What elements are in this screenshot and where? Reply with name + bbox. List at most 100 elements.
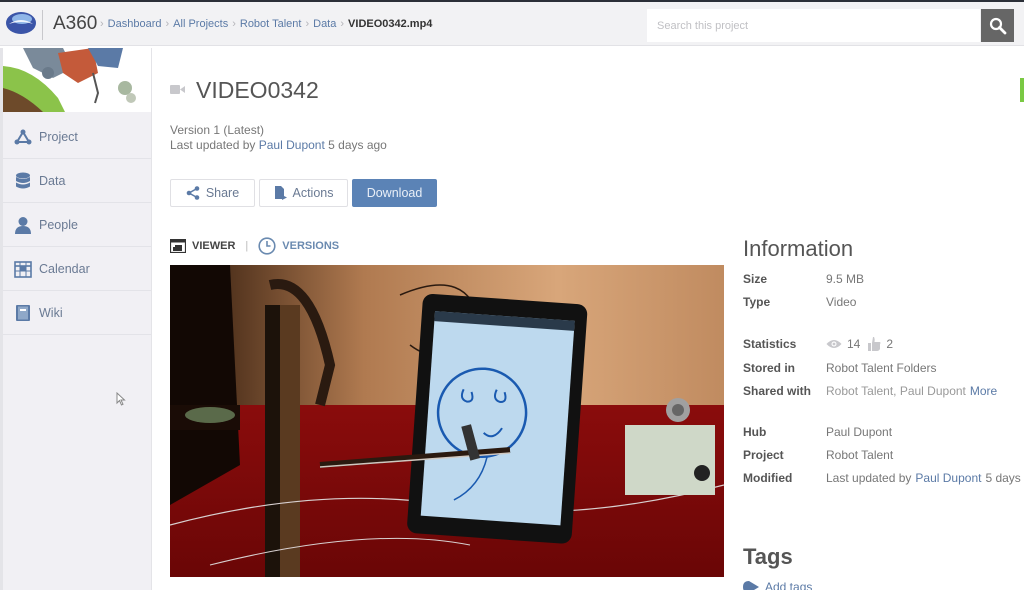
last-updated: Last updated by Paul Dupont 5 days ago xyxy=(170,138,387,152)
project-banner-image xyxy=(3,48,151,112)
info-modified-row: Modified Last updated by Paul Dupont 5 d… xyxy=(743,471,1021,485)
sidebar-item-label: Calendar xyxy=(39,261,90,276)
modified-by-link[interactable]: Paul Dupont xyxy=(915,471,981,485)
info-type-row: Type Video xyxy=(743,295,856,309)
breadcrumb-dashboard[interactable]: Dashboard xyxy=(108,18,162,30)
a360-logo-icon[interactable] xyxy=(5,10,37,36)
breadcrumb-separator: › xyxy=(305,18,310,30)
type-value: Video xyxy=(826,295,857,309)
search-button[interactable] xyxy=(981,9,1014,42)
tab-viewer-label: VIEWER xyxy=(192,240,236,252)
info-project-row: Project Robot Talent xyxy=(743,448,893,462)
top-header: A360 › Dashboard › All Projects › Robot … xyxy=(0,0,1024,46)
statistics-values: 14 2 xyxy=(826,337,901,351)
breadcrumb-current-file: VIDEO0342.mp4 xyxy=(348,18,433,30)
breadcrumb-all-projects[interactable]: All Projects xyxy=(173,18,228,30)
tab-versions[interactable]: VERSIONS xyxy=(258,237,339,255)
shared-with-label: Shared with xyxy=(743,384,812,398)
tab-versions-label: VERSIONS xyxy=(282,240,340,252)
viewer-icon xyxy=(170,239,186,253)
book-icon xyxy=(13,303,33,323)
page-title: VIDEO0342 xyxy=(196,77,319,103)
breadcrumb: › Dashboard › All Projects › Robot Talen… xyxy=(96,18,432,30)
stored-in-label: Stored in xyxy=(743,361,796,375)
document-action-icon xyxy=(274,186,287,200)
video-camera-icon xyxy=(170,82,186,100)
type-label: Type xyxy=(743,295,771,309)
share-label: Share xyxy=(205,186,240,200)
search-input[interactable] xyxy=(647,9,980,42)
viewer-tabs: VIEWER | VERSIONS xyxy=(170,237,339,255)
breadcrumb-data[interactable]: Data xyxy=(313,18,336,30)
mouse-cursor-icon xyxy=(116,391,126,411)
sidebar-nav: Project Data People Calendar Wiki xyxy=(3,115,151,335)
modified-label: Modified xyxy=(743,471,793,485)
add-tags-link[interactable]: Add tags xyxy=(743,580,812,590)
likes-stat[interactable]: 2 xyxy=(868,337,893,351)
sidebar-item-label: People xyxy=(39,217,78,232)
updated-prefix: Last updated by xyxy=(170,138,256,152)
sidebar-item-label: Project xyxy=(39,129,78,144)
add-tags-label: Add tags xyxy=(765,580,813,590)
info-size-row: Size 9.5 MB xyxy=(743,272,864,286)
statistics-label: Statistics xyxy=(743,337,797,351)
sidebar-item-calendar[interactable]: Calendar xyxy=(3,247,151,291)
version-label: Version 1 (Latest) xyxy=(170,123,265,137)
sidebar-item-wiki[interactable]: Wiki xyxy=(3,291,151,335)
updated-by-link[interactable]: Paul Dupont xyxy=(259,138,325,152)
size-value: 9.5 MB xyxy=(826,272,865,286)
views-stat: 14 xyxy=(826,337,860,351)
info-hub-row: Hub Paul Dupont xyxy=(743,425,892,439)
views-count: 14 xyxy=(847,337,861,351)
thumbs-up-icon xyxy=(868,337,881,351)
breadcrumb-separator: › xyxy=(100,18,104,30)
sidebar-item-label: Data xyxy=(39,173,66,188)
modified-prefix: Last updated by xyxy=(826,471,912,485)
person-icon xyxy=(13,215,33,235)
share-button[interactable]: Share xyxy=(170,179,255,207)
status-indicator[interactable] xyxy=(1020,78,1024,102)
clock-icon xyxy=(258,237,276,255)
likes-count: 2 xyxy=(886,337,894,351)
sidebar-item-people[interactable]: People xyxy=(3,203,151,247)
shared-more-link[interactable]: More xyxy=(970,384,997,398)
search-icon xyxy=(989,17,1006,34)
project-value: Robot Talent xyxy=(826,448,894,462)
tab-separator: | xyxy=(245,240,249,252)
app-title[interactable]: A360 xyxy=(53,13,97,35)
breadcrumb-separator: › xyxy=(340,18,345,30)
hub-label: Hub xyxy=(743,425,767,439)
database-icon xyxy=(13,171,33,191)
calendar-icon xyxy=(13,259,33,279)
actions-label: Actions xyxy=(292,186,334,200)
tags-heading: Tags xyxy=(743,544,793,569)
modified-when: 5 days xyxy=(985,471,1021,485)
shared-with-values: Robot Talent, Paul Dupont More xyxy=(826,384,997,398)
video-player[interactable] xyxy=(170,265,724,577)
download-button[interactable]: Download xyxy=(352,179,437,207)
header-divider xyxy=(42,10,43,40)
breadcrumb-separator: › xyxy=(165,18,170,30)
breadcrumb-robot-talent[interactable]: Robot Talent xyxy=(240,18,302,30)
information-heading: Information xyxy=(743,236,854,261)
modified-values: Last updated by Paul Dupont 5 days xyxy=(826,471,1021,485)
breadcrumb-separator: › xyxy=(232,18,236,30)
file-title-row: VIDEO0342 xyxy=(170,77,319,104)
size-label: Size xyxy=(743,272,768,286)
info-statistics-row: Statistics 14 2 xyxy=(743,337,901,351)
video-frame-image xyxy=(170,265,724,577)
tag-icon xyxy=(743,581,759,590)
stored-in-link[interactable]: Robot Talent Folders xyxy=(826,361,937,375)
tab-viewer[interactable]: VIEWER xyxy=(170,239,235,253)
shared-with-value: Robot Talent, Paul Dupont xyxy=(826,384,966,398)
updated-when: 5 days ago xyxy=(328,138,387,152)
project-label: Project xyxy=(743,448,784,462)
hub-value: Paul Dupont xyxy=(826,425,893,439)
project-triangle-icon xyxy=(13,127,33,147)
actions-button[interactable]: Actions xyxy=(259,179,348,207)
share-icon xyxy=(186,186,200,200)
eye-icon xyxy=(826,339,842,349)
info-stored-row: Stored in Robot Talent Folders xyxy=(743,361,937,375)
sidebar-item-data[interactable]: Data xyxy=(3,159,151,203)
sidebar-item-project[interactable]: Project xyxy=(3,115,151,159)
